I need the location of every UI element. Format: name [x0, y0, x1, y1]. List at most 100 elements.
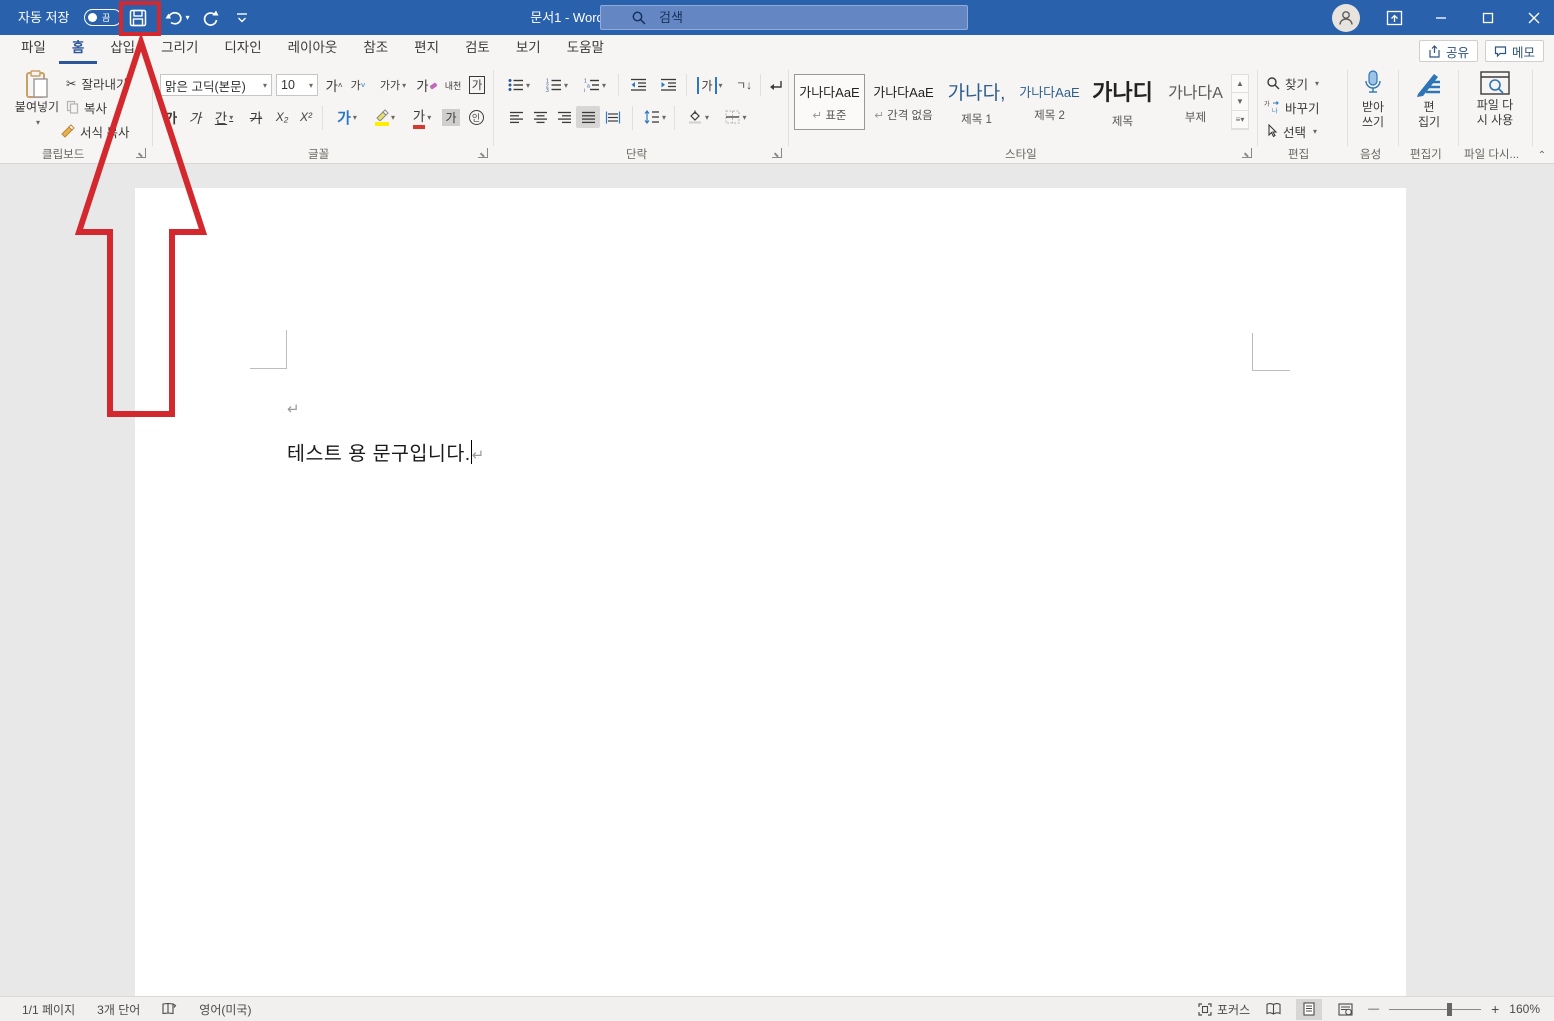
- format-painter-button[interactable]: 서식 복사: [60, 120, 129, 142]
- print-layout-button[interactable]: [1296, 998, 1323, 1020]
- bullets-button[interactable]: ▾: [502, 74, 536, 96]
- save-button[interactable]: [124, 4, 152, 31]
- asian-layout-button[interactable]: 가 ▾: [692, 74, 728, 96]
- multilevel-list-button[interactable]: 1ai ▾: [578, 74, 612, 96]
- phonetic-guide-button[interactable]: 내천: [440, 74, 466, 96]
- web-layout-button[interactable]: [1332, 999, 1358, 1020]
- character-shading-button[interactable]: 가: [440, 106, 462, 128]
- autosave-toggle[interactable]: 끔: [84, 9, 122, 26]
- zoom-in-button[interactable]: +: [1491, 1001, 1499, 1017]
- borders-button[interactable]: ▾: [718, 106, 754, 128]
- shading-button[interactable]: ▾: [680, 106, 716, 128]
- ribbon-display-options-button[interactable]: [1374, 0, 1414, 35]
- subscript-button[interactable]: X₂: [270, 106, 294, 128]
- show-marks-button[interactable]: [762, 74, 788, 96]
- cut-button[interactable]: ✂ 잘라내기: [66, 72, 128, 94]
- strikethrough-button[interactable]: 가: [244, 106, 268, 128]
- paragraph-dialog-launcher[interactable]: [772, 148, 782, 158]
- page-indicator[interactable]: 1/1 페이지: [22, 1001, 75, 1018]
- font-color-button[interactable]: 가 ▾: [406, 106, 438, 129]
- collapse-ribbon-button[interactable]: ⌃: [1534, 144, 1550, 166]
- grow-font-button[interactable]: 가 ˄: [322, 74, 346, 96]
- document-text-line[interactable]: 테스트 용 문구입니다.↵: [287, 437, 485, 466]
- superscript-button[interactable]: X²: [294, 106, 318, 128]
- zoom-out-button[interactable]: —: [1368, 1003, 1379, 1015]
- undo-button[interactable]: ▾: [160, 4, 194, 31]
- tab-home[interactable]: 홈: [59, 35, 97, 64]
- style-subtitle[interactable]: 가나다A 부제: [1160, 74, 1231, 130]
- language-indicator[interactable]: 영어(미국): [199, 1001, 251, 1018]
- paste-button[interactable]: 붙여넣기 ▾: [12, 70, 62, 130]
- enclose-characters-button[interactable]: 인: [464, 106, 488, 128]
- underline-button[interactable]: 간 ▾: [208, 106, 240, 128]
- justify-button[interactable]: [576, 106, 600, 128]
- focus-mode-button[interactable]: 포커스: [1198, 1001, 1250, 1018]
- align-left-button[interactable]: [504, 106, 528, 128]
- document-canvas[interactable]: ↵ 테스트 용 문구입니다.↵: [0, 164, 1554, 996]
- distribute-button[interactable]: [600, 106, 626, 128]
- decrease-indent-button[interactable]: [624, 74, 652, 96]
- select-button[interactable]: 선택 ▾: [1266, 120, 1317, 142]
- close-button[interactable]: [1514, 0, 1554, 35]
- editor-button[interactable]: 편 집기: [1406, 70, 1452, 130]
- styles-scroll-down-icon[interactable]: ▼: [1232, 93, 1248, 111]
- style-heading2[interactable]: 가나다AaE 제목 2: [1014, 74, 1085, 130]
- paste-dropdown-icon[interactable]: ▾: [36, 115, 40, 130]
- tab-help[interactable]: 도움말: [554, 35, 617, 64]
- tab-insert[interactable]: 삽입: [97, 35, 148, 64]
- change-case-button[interactable]: 가가 ▾: [376, 74, 410, 96]
- character-border-button[interactable]: 가: [466, 74, 488, 96]
- word-count[interactable]: 3개 단어: [97, 1001, 140, 1018]
- shrink-font-button[interactable]: 가 ˅: [346, 74, 370, 96]
- bold-button[interactable]: 가: [160, 106, 182, 128]
- zoom-level[interactable]: 160%: [1509, 1002, 1540, 1016]
- highlight-button[interactable]: ▾: [368, 106, 402, 128]
- replace-button[interactable]: 가나 바꾸기: [1264, 96, 1320, 118]
- tab-view[interactable]: 보기: [503, 35, 554, 64]
- styles-dialog-launcher[interactable]: [1242, 148, 1252, 158]
- customize-qat-button[interactable]: [228, 4, 256, 31]
- tab-draw[interactable]: 그리기: [148, 35, 211, 64]
- dictate-button[interactable]: 받아 쓰기: [1352, 70, 1394, 130]
- style-heading1[interactable]: 가나다, 제목 1: [941, 74, 1012, 130]
- tab-design[interactable]: 디자인: [211, 35, 274, 64]
- style-title[interactable]: 가나디 제목: [1087, 74, 1158, 130]
- align-right-button[interactable]: [552, 106, 576, 128]
- style-no-spacing[interactable]: 가나다AaE ↵ 간격 없음: [868, 74, 939, 130]
- proofing-icon[interactable]: [162, 1002, 177, 1016]
- tab-mailings[interactable]: 편지: [401, 35, 452, 64]
- text-effects-button[interactable]: 가 ▾: [330, 106, 364, 128]
- share-button[interactable]: 공유: [1419, 40, 1479, 62]
- redo-button[interactable]: [196, 4, 224, 31]
- style-normal[interactable]: 가나다AaE ↵ 표준: [794, 74, 865, 130]
- search-input[interactable]: [657, 9, 907, 26]
- styles-gallery-more-icon[interactable]: ≡▾: [1232, 111, 1248, 129]
- copy-button[interactable]: 복사: [66, 96, 107, 118]
- clipboard-dialog-launcher[interactable]: [136, 148, 146, 158]
- memo-button[interactable]: 메모: [1485, 40, 1545, 62]
- font-dialog-launcher[interactable]: [478, 148, 488, 158]
- clear-formatting-button[interactable]: 가: [414, 74, 440, 96]
- zoom-slider-thumb[interactable]: [1447, 1002, 1453, 1016]
- minimize-button[interactable]: [1421, 0, 1461, 35]
- line-spacing-button[interactable]: ▾: [638, 106, 672, 128]
- styles-gallery-scroll[interactable]: ▲ ▼ ≡▾: [1231, 74, 1249, 130]
- search-box[interactable]: [600, 5, 968, 30]
- avatar[interactable]: [1332, 4, 1360, 32]
- tab-file[interactable]: 파일: [8, 35, 59, 64]
- document-page[interactable]: ↵ 테스트 용 문구입니다.↵: [135, 188, 1406, 996]
- zoom-slider[interactable]: [1389, 1002, 1482, 1016]
- tab-layout[interactable]: 레이아웃: [275, 35, 351, 64]
- italic-button[interactable]: 가: [184, 106, 206, 128]
- numbering-button[interactable]: 123 ▾: [540, 74, 574, 96]
- increase-indent-button[interactable]: [654, 74, 682, 96]
- find-button[interactable]: 찾기 ▾: [1266, 72, 1319, 94]
- align-center-button[interactable]: [528, 106, 552, 128]
- maximize-button[interactable]: [1468, 0, 1508, 35]
- undo-dropdown-icon[interactable]: ▾: [185, 13, 189, 22]
- font-size-select[interactable]: 10 ▾: [276, 74, 318, 96]
- font-family-select[interactable]: 맑은 고딕(본문) ▾: [160, 74, 272, 96]
- styles-scroll-up-icon[interactable]: ▲: [1232, 75, 1248, 93]
- read-mode-button[interactable]: [1260, 999, 1286, 1020]
- tab-review[interactable]: 검토: [452, 35, 503, 64]
